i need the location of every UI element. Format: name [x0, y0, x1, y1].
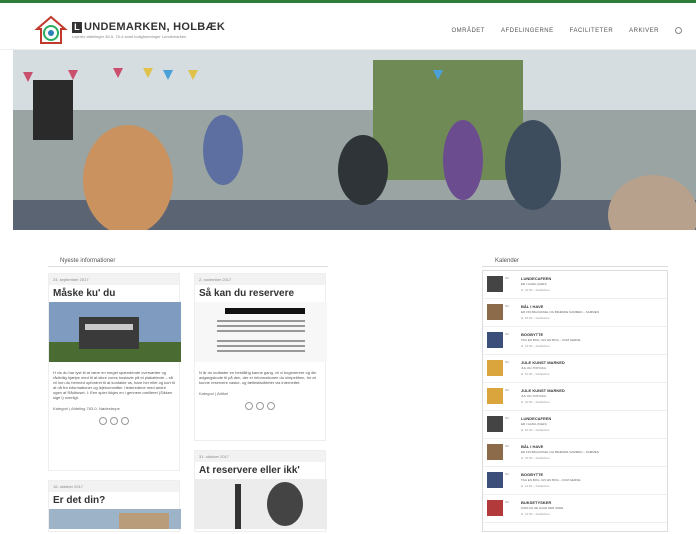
search-icon[interactable]	[675, 27, 682, 34]
calendar-event[interactable]: NU JULE KUNST MARKED JUL OG TOP DAG kl. 10:…	[483, 383, 667, 411]
post-image[interactable]	[195, 302, 327, 362]
post-title[interactable]: Så kan du reservere	[195, 285, 325, 302]
event-thumbnail	[487, 416, 503, 432]
event-thumbnail	[487, 388, 503, 404]
site-tagline: Lejerbo afdelinger 46-5, 76-4 samt bolig…	[72, 34, 187, 39]
twitter-share-icon[interactable]	[110, 417, 118, 425]
calendar-widget: NU LUNDECAFEEN ER I GANG (IGEN) kl. 16:00 –…	[482, 270, 668, 532]
calendar-heading: Kalender	[495, 258, 520, 264]
share-buttons	[49, 414, 179, 428]
facebook-share-icon[interactable]	[99, 417, 107, 425]
event-thumbnail	[487, 304, 503, 320]
nav-faciliteter[interactable]: FACILITETER	[570, 28, 614, 34]
calendar-event[interactable]: NU LUNDECAFEEN ER I GANG (IGEN) kl. 16:00 –…	[483, 271, 667, 299]
post-excerpt: N år du indtaster en bestilling kanne ga…	[199, 370, 317, 385]
site-title[interactable]: L UNDEMARKEN, HOLBÆK	[72, 21, 225, 33]
post-image[interactable]	[49, 302, 181, 362]
post-date: 31. oktober 2017	[195, 451, 325, 462]
post-title[interactable]: Måske ku' du	[49, 285, 179, 302]
post-date: 16. oktober 2017	[49, 481, 179, 492]
post-image[interactable]	[195, 479, 327, 529]
post-card[interactable]: 2. november 2017 Så kan du reservere N å…	[194, 273, 327, 441]
post-meta: Kategori | Afdeling 763-0, Nødestrupe	[53, 406, 120, 411]
calendar-heading-divider	[482, 266, 668, 267]
event-thumbnail	[487, 360, 503, 376]
calendar-event[interactable]: NU BUKSETYSKER KOM OG SE HVAD DER SKER kl. …	[483, 495, 667, 523]
calendar-event[interactable]: NU JULE KUNST MARKED JUL OG TOP DAG kl. 10:…	[483, 355, 667, 383]
main-nav: OMRÅDET AFDELINGERNE FACILITETER ARKIVER	[451, 27, 682, 34]
nav-omraadet[interactable]: OMRÅDET	[451, 28, 485, 34]
post-date: 24. september 2017	[49, 274, 179, 285]
post-meta: Kategori | Artikel	[199, 391, 229, 396]
facebook-share-icon[interactable]	[245, 402, 253, 410]
calendar-event[interactable]: NU BOGBYTTE TAG EN BOG, GIV EN BOG – KOM G…	[483, 467, 667, 495]
event-thumbnail	[487, 444, 503, 460]
news-heading-divider	[48, 266, 328, 267]
hero-image	[13, 50, 696, 230]
logo-icon[interactable]	[33, 13, 69, 47]
twitter-share-icon[interactable]	[256, 402, 264, 410]
event-thumbnail	[487, 332, 503, 348]
nav-arkiver[interactable]: ARKIVER	[629, 28, 659, 34]
email-share-icon[interactable]	[267, 402, 275, 410]
event-thumbnail	[487, 276, 503, 292]
event-thumbnail	[487, 472, 503, 488]
email-share-icon[interactable]	[121, 417, 129, 425]
site-header: L UNDEMARKEN, HOLBÆK Lejerbo afdelinger 4…	[0, 3, 696, 50]
post-card[interactable]: 31. oktober 2017 At reservere eller ikk'	[194, 450, 327, 532]
post-title[interactable]: At reservere eller ikk'	[195, 462, 325, 479]
post-card[interactable]: 24. september 2017 Måske ku' du H vis du…	[48, 273, 181, 471]
calendar-event[interactable]: NU BÅL I HAVE ER FIN BÅLFAKKEL OG BRÆNDE S…	[483, 299, 667, 327]
calendar-event[interactable]: NU BÅL I HAVE ER FIN BÅLFAKKEL OG BRÆNDE S…	[483, 439, 667, 467]
nav-afdelingerne[interactable]: AFDELINGERNE	[501, 28, 554, 34]
post-date: 2. november 2017	[195, 274, 325, 285]
post-excerpt: H vis du har lyst til at være en meget s…	[53, 370, 175, 400]
calendar-event[interactable]: NU BOGBYTTE TAG EN BOG, GIV EN BOG – KOM G…	[483, 327, 667, 355]
share-buttons	[195, 399, 325, 413]
post-card[interactable]: 16. oktober 2017 Er det din?	[48, 480, 181, 532]
post-title[interactable]: Er det din?	[49, 492, 179, 509]
news-heading: Nyeste informationer	[60, 258, 116, 264]
post-image[interactable]	[49, 509, 181, 529]
calendar-event[interactable]: NU LUNDECAFEEN ER I GANG (IGEN) kl. 16:00 –…	[483, 411, 667, 439]
event-thumbnail	[487, 500, 503, 516]
